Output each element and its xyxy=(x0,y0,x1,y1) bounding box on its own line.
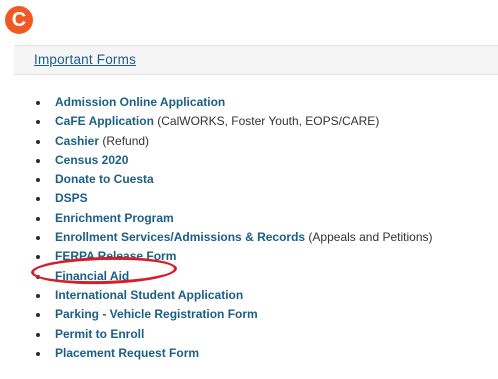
enrollment-services-link[interactable]: Enrollment Services/Admissions & Records xyxy=(55,230,305,244)
bullet-icon xyxy=(36,101,40,105)
parking-vehicle-registration-link[interactable]: Parking - Vehicle Registration Form xyxy=(55,307,258,321)
cashier-link[interactable]: Cashier xyxy=(55,134,99,148)
enrichment-program-link[interactable]: Enrichment Program xyxy=(55,211,174,225)
list-item: Census 2020 xyxy=(36,151,433,170)
list-item: DSPS xyxy=(36,189,433,208)
forms-list: Admission Online Application CaFE Applic… xyxy=(36,93,433,363)
placement-request-form-link[interactable]: Placement Request Form xyxy=(55,346,199,360)
important-forms-header: Important Forms xyxy=(14,45,498,75)
international-student-application-link[interactable]: International Student Application xyxy=(55,288,243,302)
cafe-application-note: (CalWORKS, Foster Youth, EOPS/CARE) xyxy=(153,114,380,129)
cashier-note: (Refund) xyxy=(99,133,150,148)
bullet-icon xyxy=(36,313,40,318)
permit-to-enroll-link[interactable]: Permit to Enroll xyxy=(55,327,144,341)
bullet-icon xyxy=(36,158,40,163)
list-item: Enrollment Services/Admissions & Records… xyxy=(36,228,433,247)
bullet-icon xyxy=(36,255,40,260)
dsps-link[interactable]: DSPS xyxy=(55,191,88,205)
list-item: Enrichment Program xyxy=(36,209,433,228)
list-item: International Student Application xyxy=(36,286,433,305)
bullet-icon xyxy=(36,332,40,337)
bullet-icon xyxy=(36,197,40,202)
important-forms-link[interactable]: Important Forms xyxy=(34,52,136,67)
list-item: Permit to Enroll xyxy=(36,325,433,344)
cafe-application-link[interactable]: CaFE Application xyxy=(55,114,154,128)
list-item: Donate to Cuesta xyxy=(36,170,433,189)
list-item: Cashier (Refund) xyxy=(36,132,433,151)
list-item: Parking - Vehicle Registration Form xyxy=(36,305,433,324)
bullet-icon xyxy=(36,120,40,125)
census-2020-link[interactable]: Census 2020 xyxy=(55,153,128,167)
bullet-icon xyxy=(36,236,40,241)
admission-online-application-link[interactable]: Admission Online Application xyxy=(55,95,225,109)
enrollment-services-note: (Appeals and Petitions) xyxy=(305,230,433,245)
bullet-icon xyxy=(36,178,40,183)
bullet-icon xyxy=(36,351,40,356)
step-c-badge: C xyxy=(5,6,33,34)
list-item: Admission Online Application xyxy=(36,93,433,112)
list-item: CaFE Application (CalWORKS, Foster Youth… xyxy=(36,112,433,131)
donate-to-cuesta-link[interactable]: Donate to Cuesta xyxy=(55,172,154,186)
bullet-icon xyxy=(36,139,40,144)
bullet-icon xyxy=(36,216,40,221)
list-item: Placement Request Form xyxy=(36,344,433,363)
bullet-icon xyxy=(36,293,40,298)
